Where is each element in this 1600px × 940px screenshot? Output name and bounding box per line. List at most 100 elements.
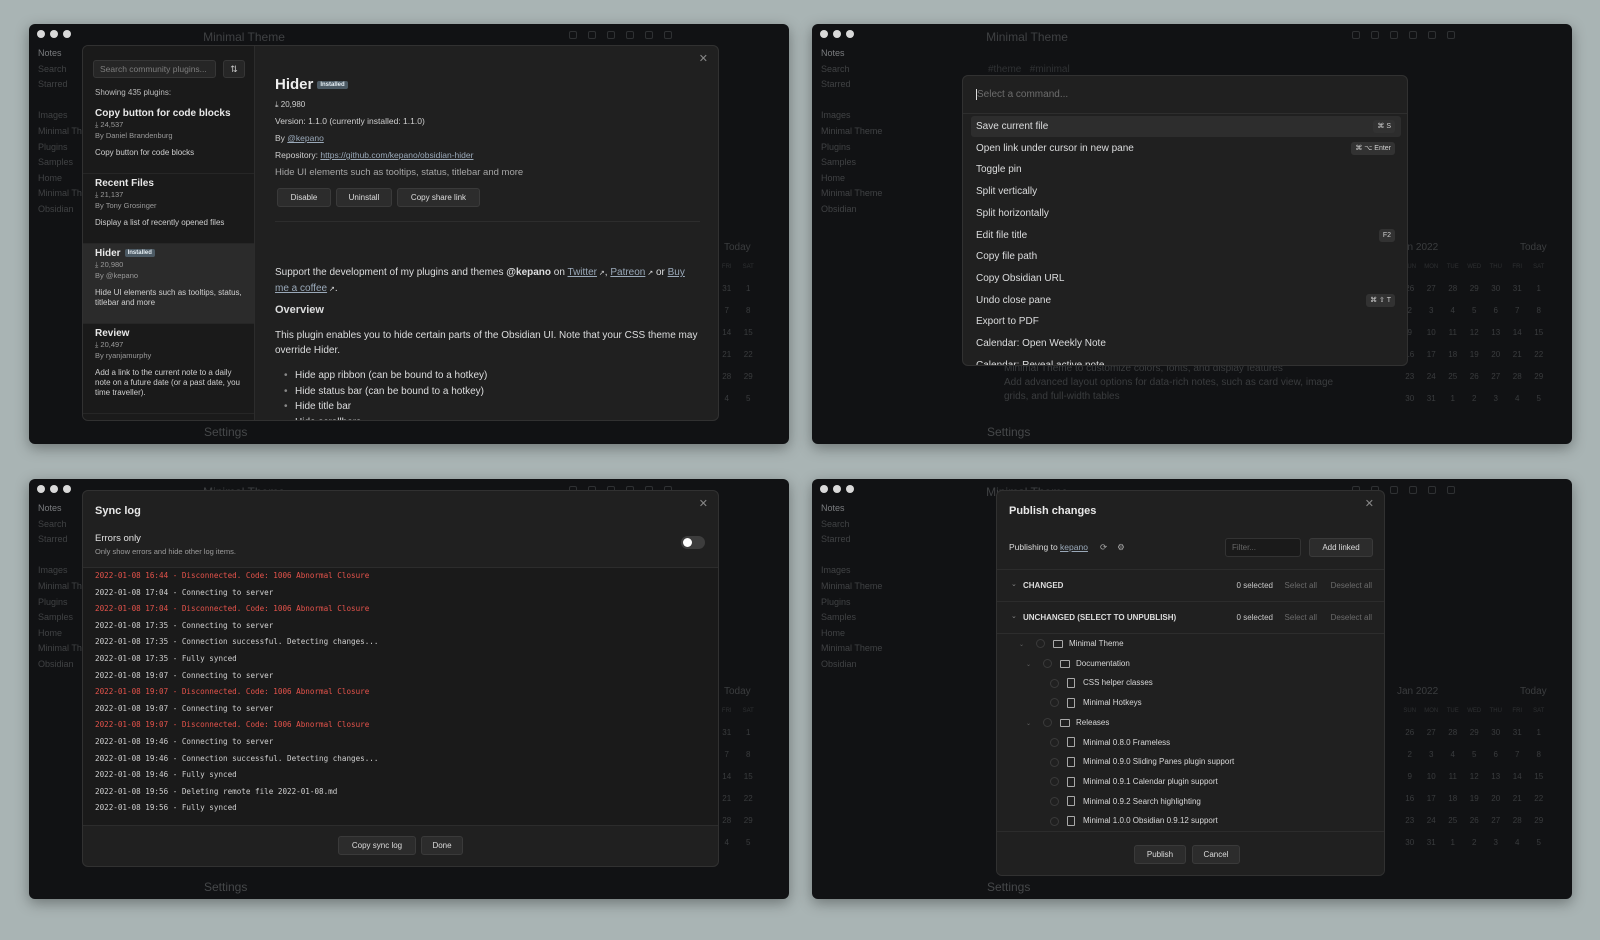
select-all[interactable]: Select all [1285, 581, 1317, 590]
calendar-day[interactable]: 1 [1528, 722, 1550, 744]
chevron-down-icon[interactable]: ⌄ [1019, 635, 1029, 655]
select-checkbox[interactable] [1050, 737, 1059, 747]
calendar-today[interactable]: Today [1520, 686, 1547, 697]
calendar-day[interactable]: 6 [1485, 744, 1507, 766]
sidebar-item[interactable]: Images [821, 108, 951, 124]
calendar-day[interactable]: 9 [1399, 766, 1421, 788]
copy-sync-log-button[interactable]: Copy sync log [338, 836, 416, 855]
command-item[interactable]: Split vertically [971, 181, 1401, 202]
calendar-day[interactable]: 27 [1485, 366, 1507, 388]
calendar-day[interactable]: 29 [1464, 722, 1486, 744]
command-item[interactable]: Save current file ⌘ S [971, 116, 1401, 137]
calendar-day[interactable]: 16 [1399, 788, 1421, 810]
calendar-day[interactable]: 21 [716, 788, 738, 810]
calendar-day[interactable]: 26 [1464, 810, 1486, 832]
calendar-day[interactable]: 31 [716, 278, 738, 300]
sidebar-item[interactable]: Notes [821, 46, 951, 62]
select-all[interactable]: Select all [1285, 613, 1317, 622]
sidebar-item[interactable]: Obsidian [821, 202, 951, 218]
plugin-card[interactable]: Recent Files ⤓ 21,137 By Tony Grosinger Dis… [83, 174, 254, 244]
calendar-day[interactable]: 30 [1485, 722, 1507, 744]
sidebar-item[interactable]: Samples [821, 610, 951, 626]
sidebar-item[interactable]: Search [821, 62, 951, 78]
close-icon[interactable]: ✕ [1365, 497, 1374, 510]
tree-item[interactable]: ⌄ Minimal Theme [1019, 634, 1124, 654]
calendar-day[interactable]: 5 [1528, 832, 1550, 854]
calendar-day[interactable]: 29 [1464, 278, 1486, 300]
tree-item[interactable]: Minimal 1.0.0 Obsidian 0.9.12 support [1033, 811, 1218, 831]
tree-item[interactable]: CSS helper classes [1033, 673, 1153, 693]
errors-only-toggle[interactable] [681, 536, 705, 549]
sidebar-item[interactable]: Samples [821, 155, 951, 171]
calendar-day[interactable]: 11 [1442, 766, 1464, 788]
sidebar-item[interactable]: Minimal Theme [821, 579, 951, 595]
patreon-link[interactable]: Patreon [610, 267, 645, 278]
author-link[interactable]: @kepano [287, 133, 324, 143]
calendar-day[interactable]: 4 [716, 832, 738, 854]
chevron-down-icon[interactable]: ⌄ [1011, 612, 1017, 620]
command-item[interactable]: Open link under cursor in new pane ⌘ ⌥ En… [971, 138, 1401, 159]
select-checkbox[interactable] [1043, 718, 1052, 728]
calendar-day[interactable]: 26 [1464, 366, 1486, 388]
select-checkbox[interactable] [1043, 659, 1052, 669]
command-item[interactable]: Calendar: Open Weekly Note [971, 333, 1401, 354]
deselect-all[interactable]: Deselect all [1331, 613, 1372, 622]
calendar-today[interactable]: Today [724, 686, 751, 697]
calendar-day[interactable]: 15 [1528, 766, 1550, 788]
chevron-down-icon[interactable]: ⌄ [1026, 655, 1036, 675]
calendar-day[interactable]: 24 [1421, 366, 1443, 388]
filter-input[interactable]: Filter... [1225, 538, 1301, 557]
calendar-day[interactable]: 28 [716, 810, 738, 832]
sidebar-item[interactable]: Obsidian [821, 657, 951, 673]
calendar-day[interactable]: 5 [1464, 744, 1486, 766]
calendar-day[interactable]: 28 [1507, 810, 1529, 832]
command-item[interactable]: Split horizontally [971, 203, 1401, 224]
sidebar-item[interactable]: Images [821, 563, 951, 579]
plugin-card[interactable]: Review ⤓ 20,497 By ryanjamurphy Add a link … [83, 324, 254, 414]
calendar-day[interactable]: 10 [1421, 766, 1443, 788]
sidebar-item[interactable]: Minimal Theme [821, 124, 951, 140]
calendar-day[interactable]: 15 [738, 766, 760, 788]
calendar-day[interactable]: 7 [1507, 744, 1529, 766]
calendar-day[interactable]: 30 [1485, 278, 1507, 300]
sidebar-item[interactable]: Starred [821, 532, 951, 548]
add-linked-button[interactable]: Add linked [1309, 538, 1373, 557]
select-checkbox[interactable] [1050, 698, 1059, 708]
tree-item[interactable]: Minimal 0.9.0 Sliding Panes plugin suppo… [1033, 752, 1234, 772]
calendar-day[interactable]: 25 [1442, 366, 1464, 388]
calendar-day[interactable]: 22 [738, 788, 760, 810]
command-item[interactable]: Toggle pin [971, 159, 1401, 180]
calendar-day[interactable]: 5 [738, 832, 760, 854]
calendar-day[interactable]: 31 [1507, 722, 1529, 744]
calendar-day[interactable]: 4 [716, 388, 738, 410]
refresh-icon[interactable]: ⟳ [1100, 542, 1107, 552]
select-checkbox[interactable] [1036, 639, 1045, 649]
sidebar-item[interactable]: Minimal Theme [821, 641, 951, 657]
calendar-day[interactable]: 2 [1464, 832, 1486, 854]
calendar-day[interactable]: 11 [1442, 322, 1464, 344]
calendar-day[interactable]: 29 [738, 366, 760, 388]
chevron-down-icon[interactable]: ⌄ [1011, 580, 1017, 588]
calendar-day[interactable]: 8 [1528, 744, 1550, 766]
calendar-day[interactable]: 5 [738, 388, 760, 410]
calendar-day[interactable]: 29 [738, 810, 760, 832]
done-button[interactable]: Done [421, 836, 463, 855]
calendar-day[interactable]: 4 [1442, 744, 1464, 766]
calendar-day[interactable]: 20 [1485, 344, 1507, 366]
calendar-day[interactable]: 4 [1442, 300, 1464, 322]
calendar-day[interactable]: 7 [1507, 300, 1529, 322]
tree-item[interactable]: Minimal 0.8.0 Frameless [1033, 733, 1170, 753]
sidebar-item[interactable]: Home [821, 171, 951, 187]
cancel-button[interactable]: Cancel [1192, 845, 1240, 864]
command-input[interactable]: Select a command... [963, 76, 1407, 114]
calendar-day[interactable]: 18 [1442, 788, 1464, 810]
calendar-day[interactable]: 10 [1421, 322, 1443, 344]
calendar-day[interactable]: 22 [738, 344, 760, 366]
command-item[interactable]: Calendar: Reveal active note [971, 355, 1401, 365]
calendar-day[interactable]: 17 [1421, 344, 1443, 366]
tree-item[interactable]: Minimal 0.9.2 Search highlighting [1033, 792, 1201, 812]
calendar-day[interactable]: 14 [716, 322, 738, 344]
site-link[interactable]: kepano [1060, 542, 1088, 552]
calendar-day[interactable]: 19 [1464, 788, 1486, 810]
publish-button[interactable]: Publish [1134, 845, 1186, 864]
